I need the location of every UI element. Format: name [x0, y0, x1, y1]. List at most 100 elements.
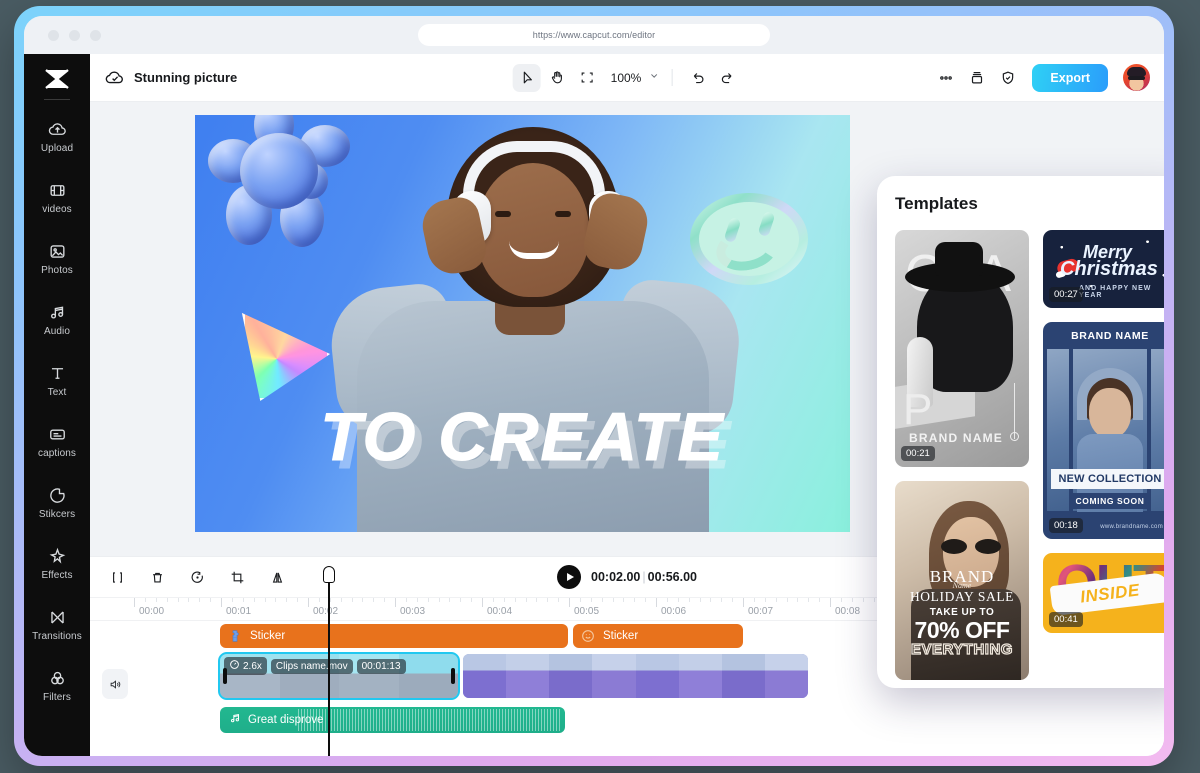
out-inside-template-card[interactable]: OUT INSIDE 00:41: [1043, 553, 1164, 633]
ruler-minor-tick: [634, 598, 636, 602]
ruler-minor-tick: [318, 598, 320, 602]
new-collection-template-card[interactable]: BRAND NAME NEW COLLECTION COMING SOON ww…: [1043, 322, 1164, 539]
ruler-minor-tick: [808, 598, 810, 602]
sidebar-item-captions[interactable]: captions: [24, 411, 90, 472]
template-header-text: BRAND NAME: [1071, 330, 1149, 342]
ruler-minor-tick: [264, 598, 266, 602]
export-button[interactable]: Export: [1032, 63, 1108, 92]
speed-tool-button[interactable]: [186, 566, 208, 588]
sidebar-item-upload[interactable]: Upload: [24, 106, 90, 167]
ruler-minor-tick: [775, 598, 777, 602]
redo-button[interactable]: [713, 64, 741, 92]
playback-controls: 00:02.00 | 00:56.00: [557, 565, 697, 589]
sidebar-item-text[interactable]: Text: [24, 350, 90, 411]
holiday-sale-template-card[interactable]: BRAND Name HOLIDAY SALE TAKE UP TO 70% O…: [895, 481, 1029, 680]
ruler-minor-tick: [492, 598, 494, 602]
ruler-minor-tick: [351, 598, 353, 602]
chevron-down-icon[interactable]: [647, 69, 660, 87]
undo-button[interactable]: [683, 64, 711, 92]
audio-clip[interactable]: Great disprove: [220, 707, 565, 733]
ruler-minor-tick: [286, 598, 288, 602]
canvas-headline-text[interactable]: TO CREATE: [195, 398, 850, 476]
time-display: 00:02.00 | 00:56.00: [591, 570, 697, 584]
ruler-tick-label: 00:06: [661, 606, 687, 617]
video-clip[interactable]: [463, 654, 808, 698]
select-tool-button[interactable]: [512, 63, 541, 92]
ruler-minor-tick: [764, 598, 766, 602]
address-bar[interactable]: https://www.capcut.com/editor: [418, 24, 770, 46]
ruler-minor-tick: [677, 598, 679, 602]
sidebar-divider: [44, 99, 70, 100]
ruler-minor-tick: [275, 598, 277, 602]
clip-badges: 2.6x Clips name.mov 00:01:13: [224, 657, 406, 675]
ruler-minor-tick: [166, 598, 168, 602]
sidebar-item-effects[interactable]: Effects: [24, 533, 90, 594]
ruler-minor-tick: [231, 598, 233, 602]
sidebar-item-photos[interactable]: Photos: [24, 228, 90, 289]
smiley-face-icon: [580, 628, 596, 644]
transitions-icon: [48, 608, 67, 627]
template-percent-text: 70% OFF: [914, 617, 1010, 643]
template-duration: 00:21: [901, 446, 935, 461]
ruler-minor-tick: [547, 598, 549, 602]
hand-tool-button[interactable]: [543, 64, 571, 92]
sticker-clip[interactable]: Sticker: [220, 624, 568, 648]
clip-left-handle[interactable]: [223, 668, 227, 684]
mute-track-button[interactable]: [102, 669, 128, 699]
mirror-tool-button[interactable]: [266, 566, 288, 588]
ruler-minor-tick: [514, 598, 516, 602]
close-dot[interactable]: [48, 29, 59, 41]
ruler-minor-tick: [710, 598, 712, 602]
project-title[interactable]: Stunning picture: [134, 70, 237, 85]
minimize-dot[interactable]: [69, 29, 80, 41]
sidebar-item-audio[interactable]: Audio: [24, 289, 90, 350]
ruler-minor-tick: [155, 598, 157, 602]
ruler-minor-tick: [666, 598, 668, 602]
cloud-check-icon[interactable]: [104, 67, 126, 89]
chrome-smiley-sticker[interactable]: [690, 193, 808, 285]
video-canvas[interactable]: TO CREATE: [195, 115, 850, 532]
sidebar-item-videos[interactable]: videos: [24, 167, 90, 228]
playhead-handle[interactable]: [323, 566, 335, 583]
ruler-tick-mark: [830, 598, 831, 607]
crop-tool-button[interactable]: [226, 566, 248, 588]
clip-right-handle[interactable]: [451, 668, 455, 684]
ruler-minor-tick: [253, 598, 255, 602]
blue-3d-blob-sticker[interactable]: [208, 115, 353, 253]
sidebar-item-transitions[interactable]: Transitions: [24, 594, 90, 655]
more-dots-icon[interactable]: [932, 64, 960, 92]
archive-box-icon[interactable]: [963, 64, 991, 92]
chess-fashion-template-card[interactable]: C A P BRAND NAME 00:21: [895, 230, 1029, 467]
maximize-dot[interactable]: [90, 29, 101, 41]
zoom-level-value[interactable]: 100%: [611, 71, 642, 85]
ruler-minor-tick: [460, 598, 462, 602]
ruler-minor-tick: [645, 598, 647, 602]
ruler-minor-tick: [753, 598, 755, 602]
current-time: 00:02.00: [591, 570, 641, 584]
template-line3: AND HAPPY NEW YEAR: [1079, 285, 1152, 299]
templates-column-right: Merry Christmas AND HAPPY NEW YEAR 00:27…: [1043, 230, 1164, 680]
split-tool-button[interactable]: [106, 566, 128, 588]
rainbow-triangle-sticker[interactable]: [241, 312, 331, 402]
sidebar-item-filters[interactable]: Filters: [24, 655, 90, 716]
ruler-minor-tick: [177, 598, 179, 602]
play-button[interactable]: [557, 565, 582, 589]
user-avatar[interactable]: [1123, 64, 1150, 91]
sidebar-item-stickers[interactable]: Stikcers: [24, 472, 90, 533]
shield-check-icon[interactable]: [994, 64, 1022, 92]
speed-badge-value: 2.6x: [243, 660, 262, 672]
clip-duration-badge: 00:01:13: [356, 658, 406, 674]
capcut-logo[interactable]: [37, 62, 77, 96]
ruler-tick-label: 00:05: [574, 606, 600, 617]
merry-christmas-template-card[interactable]: Merry Christmas AND HAPPY NEW YEAR 00:27: [1043, 230, 1164, 308]
ruler-minor-tick: [242, 598, 244, 602]
ruler-minor-tick: [503, 598, 505, 602]
ruler-tick-mark: [221, 598, 222, 607]
sticker-clip[interactable]: Sticker: [573, 624, 743, 648]
playhead[interactable]: [323, 566, 335, 756]
delete-tool-button[interactable]: [146, 566, 168, 588]
ruler-minor-tick: [536, 598, 538, 602]
fit-screen-button[interactable]: [573, 64, 601, 92]
ruler-minor-tick: [797, 598, 799, 602]
video-clip-selected[interactable]: 2.6x Clips name.mov 00:01:13: [218, 652, 460, 700]
